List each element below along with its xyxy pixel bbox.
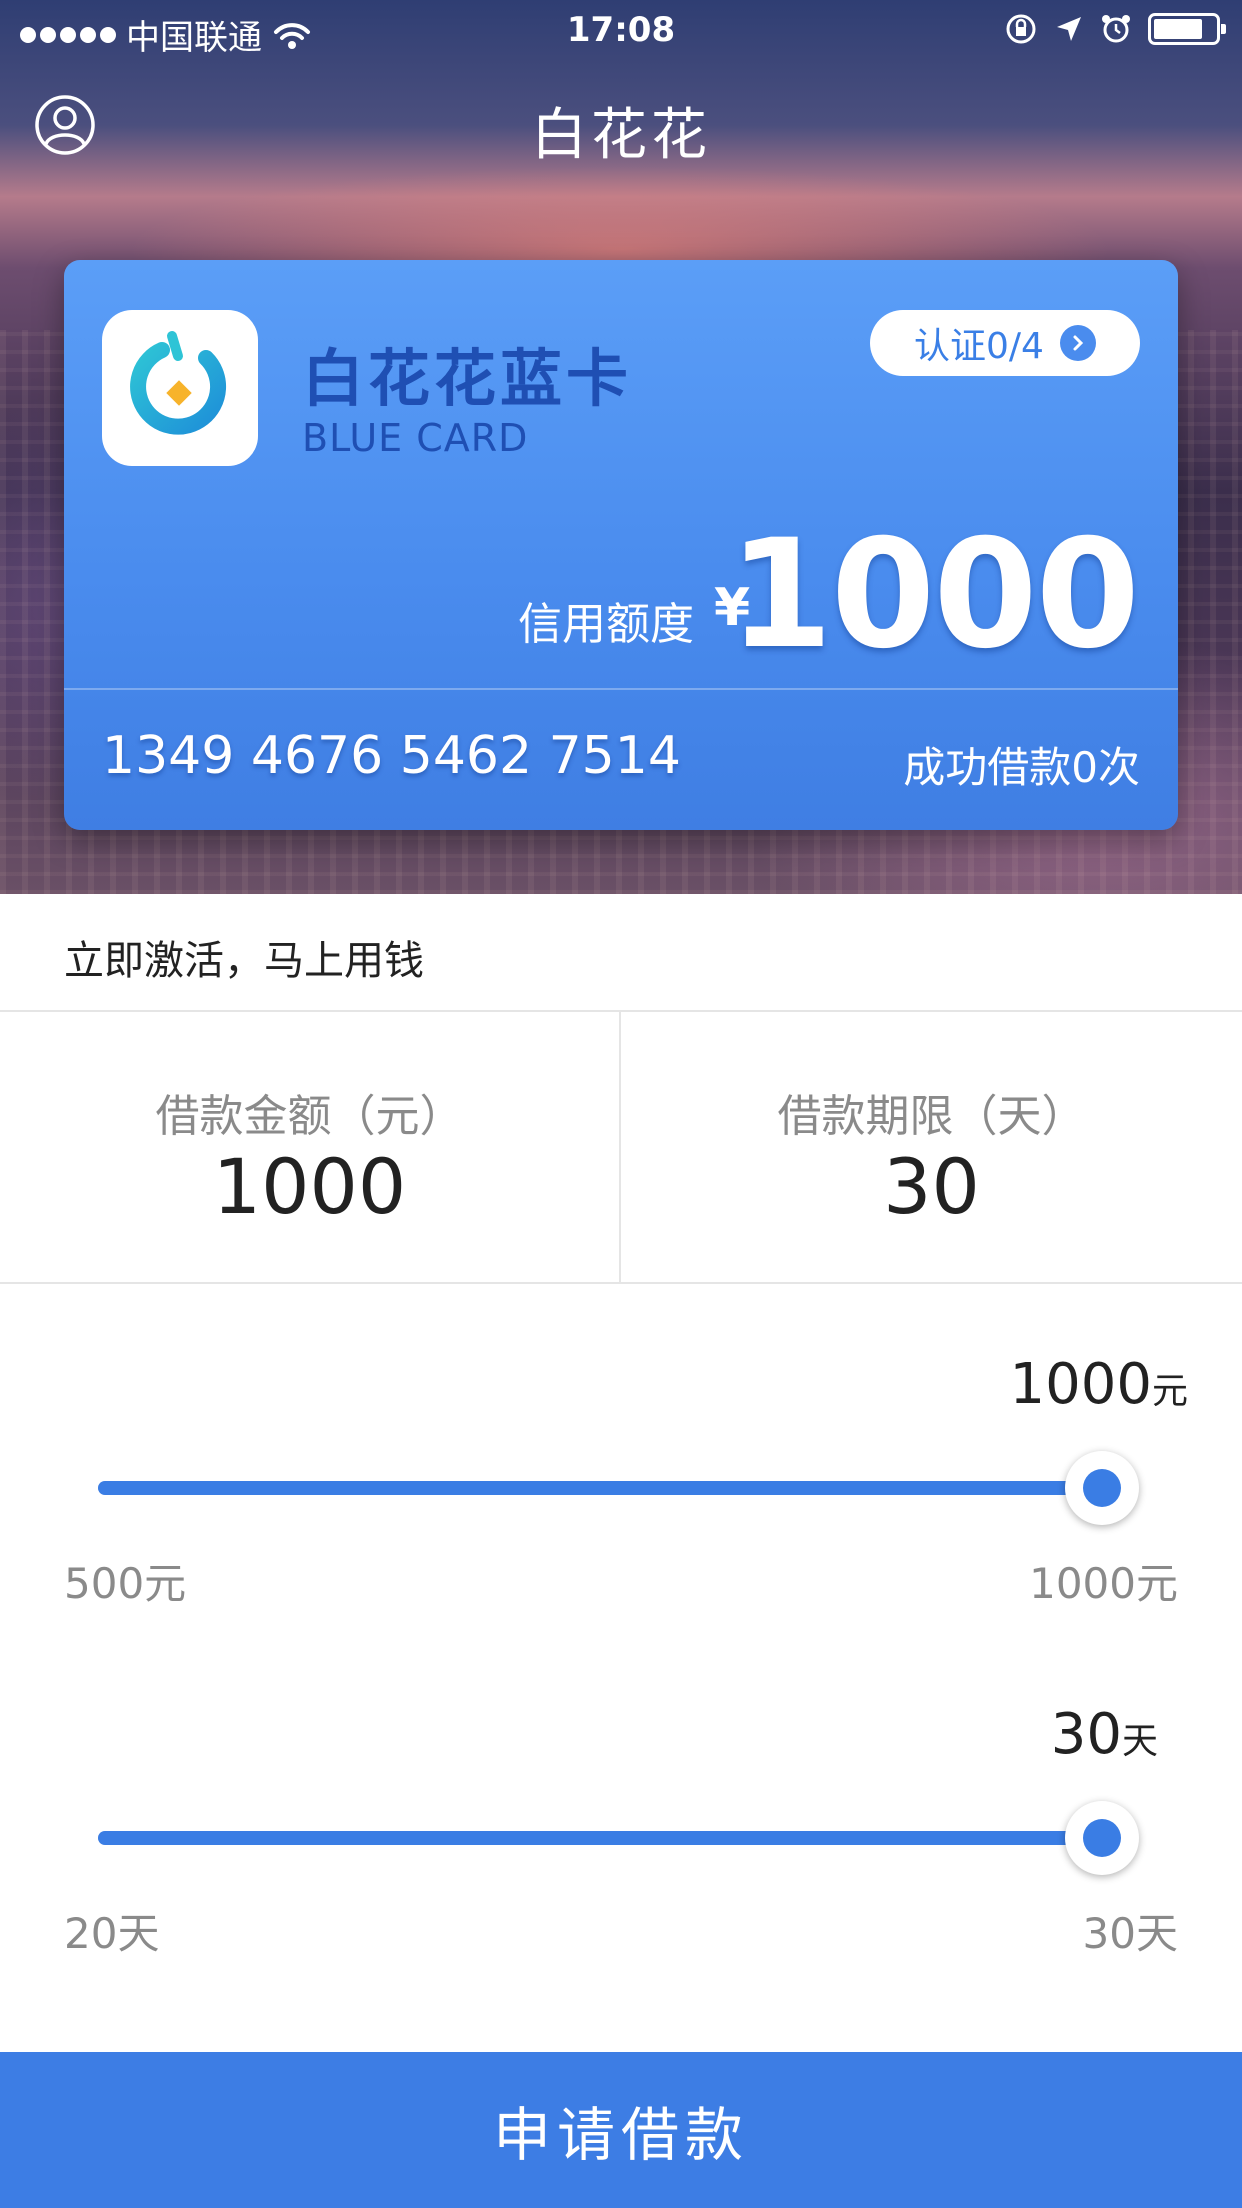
- alarm-clock-icon: [1102, 15, 1130, 43]
- card-divider: [64, 688, 1178, 690]
- loan-amount-value: 1000: [212, 1142, 407, 1231]
- amount-slider-current: 1000元: [1009, 1352, 1188, 1417]
- credit-limit-label: 信用额度: [518, 599, 694, 650]
- term-slider-min: 20天: [64, 1909, 160, 1958]
- amount-slider-unit: 元: [1151, 1371, 1188, 1412]
- loan-term-value: 30: [883, 1142, 980, 1231]
- card-number: 1349 4676 5462 7514: [102, 726, 681, 786]
- chevron-right-icon: [1059, 325, 1096, 361]
- loan-amount-summary: 借款金额（元） 1000: [0, 1012, 621, 1284]
- amount-slider-thumb[interactable]: [1065, 1451, 1139, 1525]
- blue-card[interactable]: 白花花蓝卡 BLUE CARD 认证0/4 信用额度 ¥ 1000 1349 4…: [64, 260, 1178, 830]
- verification-button[interactable]: 认证0/4: [870, 310, 1140, 376]
- amount-slider-fill: [98, 1481, 1102, 1495]
- successful-loan-count: 成功借款0次: [903, 743, 1140, 792]
- battery-icon: [1148, 13, 1226, 45]
- card-title: 白花花蓝卡: [302, 342, 633, 415]
- status-bar: 中国联通 17:08: [0, 0, 1242, 60]
- loan-summary: 借款金额（元） 1000 借款期限（天） 30: [0, 1012, 1242, 1284]
- location-arrow-icon: [1057, 17, 1081, 41]
- activation-notice: 立即激活，马上用钱: [0, 894, 1242, 1012]
- loan-term-summary: 借款期限（天） 30: [621, 1012, 1242, 1284]
- apply-loan-button[interactable]: 申请借款: [0, 2052, 1242, 2208]
- term-slider-current: 30天: [1051, 1702, 1158, 1767]
- credit-limit-amount: 1000: [728, 508, 1140, 682]
- term-slider-value: 30: [1050, 1702, 1122, 1767]
- term-slider-unit: 天: [1121, 1721, 1158, 1762]
- activation-notice-text: 立即激活，马上用钱: [64, 938, 424, 984]
- app-logo-icon: [130, 331, 227, 435]
- status-right: [1004, 12, 1226, 46]
- term-slider-thumb[interactable]: [1065, 1801, 1139, 1875]
- app-logo: [102, 310, 258, 466]
- verification-label: 认证0/4: [914, 326, 1044, 367]
- term-slider-block: 30天 20天 30天: [0, 1690, 1242, 2030]
- page-title: 白花花: [531, 103, 711, 168]
- loan-amount-label: 借款金额（元）: [155, 1091, 464, 1142]
- amount-slider-max: 1000元: [1029, 1559, 1178, 1608]
- amount-slider-value: 1000: [1009, 1352, 1152, 1417]
- rotation-lock-icon: [1006, 14, 1036, 44]
- term-slider-track[interactable]: [98, 1831, 1102, 1845]
- loan-term-label: 借款期限（天）: [777, 1091, 1086, 1142]
- amount-slider-min: 500元: [64, 1559, 187, 1608]
- amount-slider-track[interactable]: [98, 1481, 1102, 1495]
- term-slider-max: 30天: [1082, 1909, 1178, 1958]
- term-slider-fill: [98, 1831, 1102, 1845]
- amount-slider-block: 1000元 500元 1000元: [0, 1340, 1242, 1680]
- card-subtitle: BLUE CARD: [302, 416, 529, 460]
